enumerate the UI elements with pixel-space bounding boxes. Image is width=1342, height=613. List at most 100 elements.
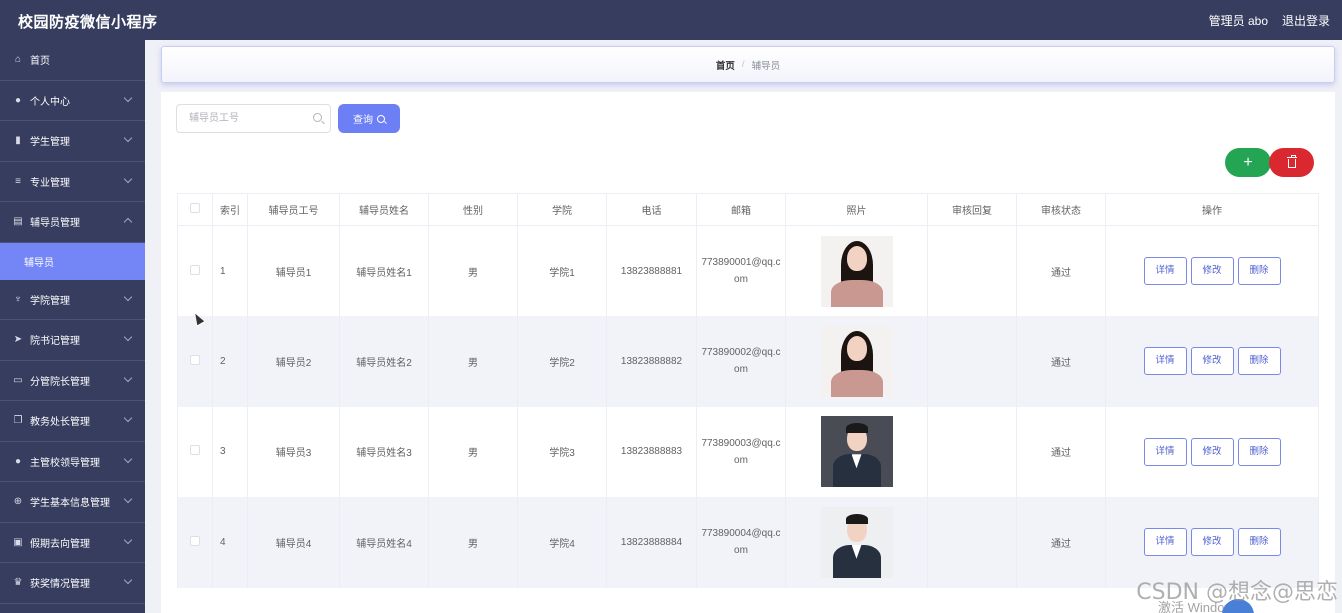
cell-photo xyxy=(785,497,928,588)
sidebar-item[interactable]: ❐ 教务处长管理 xyxy=(0,401,145,442)
select-all-checkbox[interactable] xyxy=(190,203,200,213)
sidebar-item-label: 教务处长管理 xyxy=(30,417,90,429)
breadcrumb-current: 辅导员 xyxy=(751,60,781,72)
search-input[interactable] xyxy=(177,105,307,132)
globe-icon: ⊕ xyxy=(13,496,23,508)
row-checkbox[interactable] xyxy=(190,535,200,546)
counselor-photo[interactable] xyxy=(820,325,893,397)
sidebar-item-label: 学院管理 xyxy=(30,295,70,307)
table-row: 3 辅导员3 辅导员姓名3 男学院3 13823888883 773890003@qq.c… xyxy=(177,406,1319,497)
chevron-down-icon xyxy=(123,93,133,102)
edit-button[interactable]: 修改 xyxy=(1190,257,1234,285)
sidebar-item[interactable]: ▭ 分管院长管理 xyxy=(0,361,145,401)
sidebar-subitem-active[interactable]: 辅导员 xyxy=(0,242,145,280)
cell-review-reply xyxy=(927,497,1017,588)
cell-phone: 13823888881 xyxy=(606,225,697,316)
counselor-photo[interactable] xyxy=(820,506,893,578)
menu-icon: ≡ xyxy=(15,175,21,187)
delete-button[interactable]: 删除 xyxy=(1237,347,1281,376)
select-all-header[interactable] xyxy=(177,193,213,226)
cell-actions: 详情 修改 删除 xyxy=(1105,225,1319,316)
detail-button[interactable]: 详情 xyxy=(1143,528,1187,557)
cell-college: 学院4 xyxy=(517,497,607,588)
email-text: 773890002@qq.com xyxy=(701,347,781,376)
chevron-down-icon xyxy=(123,292,133,301)
sidebar-item[interactable]: ≡ 专业管理 xyxy=(0,162,145,202)
batch-delete-button[interactable] xyxy=(1269,148,1314,177)
sidebar-item-label: 专业管理 xyxy=(30,177,70,189)
cell-index: 1 xyxy=(212,225,248,316)
logout-link[interactable]: 退出登录 xyxy=(1282,12,1330,29)
detail-button[interactable]: 详情 xyxy=(1143,347,1187,376)
csdn-watermark: CSDN @想念@思恋 xyxy=(1136,580,1338,605)
sidebar-item[interactable]: ➤ 院书记管理 xyxy=(0,320,145,361)
sidebar-item[interactable]: ♆ 学院管理 xyxy=(0,280,145,320)
sidebar: ⌂ 首页 ● 个人中心 ▮ 学生管理 ≡ 专业管理 ▤ 辅导员管理 辅导员 ♆ 学院管理 ➤ 院书记管理 ▭ 分… xyxy=(0,40,145,613)
copy-icon: ❐ xyxy=(13,415,23,427)
sidebar-item-label: 学生管理 xyxy=(30,137,70,149)
cell-counselor-id: 辅导员2 xyxy=(247,316,340,407)
column-header: 辅导员工号 xyxy=(247,193,340,226)
column-header: 邮箱 xyxy=(696,193,786,226)
row-checkbox[interactable] xyxy=(190,445,200,456)
cell-counselor-name: 辅导员姓名4 xyxy=(339,497,429,588)
cell-index: 2 xyxy=(212,316,248,407)
send-icon: ➤ xyxy=(13,334,23,346)
row-checkbox[interactable] xyxy=(190,354,200,365)
cell-phone: 13823888884 xyxy=(606,497,697,588)
cell-phone: 13823888883 xyxy=(606,406,697,497)
edit-button[interactable]: 修改 xyxy=(1190,528,1234,557)
breadcrumb-home[interactable]: 首页 xyxy=(716,58,735,72)
sidebar-item-label: 主管校领导管理 xyxy=(30,457,100,469)
sidebar-item[interactable]: ▮ 学生管理 xyxy=(0,121,145,162)
search-field[interactable] xyxy=(176,104,331,133)
search-icon xyxy=(313,113,322,122)
table-row: 2 辅导员2 辅导员姓名2 男学院2 13823888882 773890002@qq.c… xyxy=(177,316,1319,407)
email-text: 773890003@qq.com xyxy=(701,437,781,466)
sidebar-item[interactable]: ⊕ 学生基本信息管理 xyxy=(0,482,145,523)
chevron-down-icon xyxy=(123,373,133,382)
cell-gender: 男 xyxy=(428,316,518,407)
edit-button[interactable]: 修改 xyxy=(1190,347,1234,376)
cell-review-reply xyxy=(927,316,1017,407)
row-select-cell[interactable] xyxy=(177,497,213,588)
cell-review-status: 通过 xyxy=(1016,316,1106,407)
trash-icon xyxy=(1286,155,1297,168)
row-select-cell[interactable] xyxy=(177,406,213,497)
detail-button[interactable]: 详情 xyxy=(1143,437,1187,466)
edit-button[interactable]: 修改 xyxy=(1190,437,1234,466)
sidebar-item[interactable]: ▣ 假期去向管理 xyxy=(0,523,145,563)
row-select-cell[interactable] xyxy=(177,316,213,407)
delete-button[interactable]: 删除 xyxy=(1237,257,1281,285)
cell-review-status: 通过 xyxy=(1016,497,1106,588)
delete-button[interactable]: 删除 xyxy=(1237,528,1281,557)
cell-gender: 男 xyxy=(428,406,518,497)
cell-index: 3 xyxy=(212,406,248,497)
query-button[interactable]: 查询 xyxy=(338,104,400,133)
sidebar-item[interactable]: ⌂ 首页 xyxy=(0,40,145,81)
sidebar-item-label: 假期去向管理 xyxy=(30,538,90,550)
cell-counselor-id: 辅导员3 xyxy=(247,406,340,497)
sidebar-item[interactable]: ● 个人中心 xyxy=(0,81,145,121)
sidebar-item-label: 分管院长管理 xyxy=(30,376,90,388)
sidebar-item[interactable]: ▤ 辅导员管理 xyxy=(0,202,145,243)
chevron-up-icon xyxy=(123,217,133,227)
sidebar-item[interactable]: ♛ 获奖情况管理 xyxy=(0,563,145,604)
sidebar-item[interactable]: ● 主管校领导管理 xyxy=(0,442,145,482)
cell-review-status: 通过 xyxy=(1016,406,1106,497)
cell-email: 773890002@qq.com xyxy=(696,316,786,407)
add-button[interactable]: + xyxy=(1225,148,1271,177)
sidebar-item-label: 个人中心 xyxy=(30,96,70,108)
cell-counselor-name: 辅导员姓名2 xyxy=(339,316,429,407)
row-select-cell[interactable] xyxy=(177,225,213,316)
cell-phone: 13823888882 xyxy=(606,316,697,407)
row-checkbox[interactable] xyxy=(190,264,200,275)
delete-button[interactable]: 删除 xyxy=(1237,437,1281,466)
counselor-photo[interactable] xyxy=(820,416,893,488)
counselor-photo[interactable] xyxy=(820,235,893,307)
plus-icon: + xyxy=(1243,153,1253,171)
cell-index: 4 xyxy=(212,497,248,588)
detail-button[interactable]: 详情 xyxy=(1143,257,1187,285)
chevron-down-icon xyxy=(123,174,133,183)
cell-college: 学院1 xyxy=(517,225,607,316)
